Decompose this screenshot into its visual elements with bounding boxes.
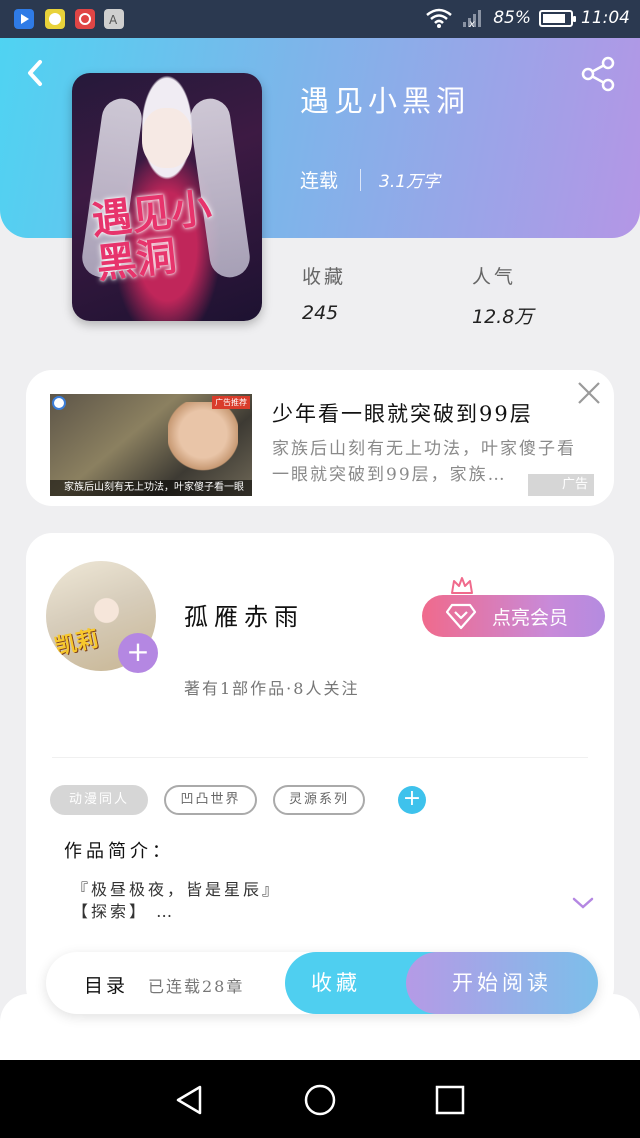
svg-text:x: x (468, 19, 475, 28)
back-arrow-icon (28, 60, 42, 86)
chevron-down-icon (572, 897, 594, 909)
vip-button[interactable]: 点亮会员 (422, 595, 605, 637)
popularity-value: 12.8万 (472, 306, 534, 328)
system-nav-bar (0, 1060, 640, 1138)
tag-item[interactable]: 灵源系列 (273, 785, 365, 815)
ad-logo-icon (52, 396, 66, 410)
battery-icon (539, 9, 576, 27)
ad-image-caption: 家族后山刻有无上功法，叶家傻子看一眼 (50, 480, 252, 496)
add-tag-button[interactable]: + (398, 786, 426, 814)
huawei-app-icon (75, 9, 95, 29)
book-cover[interactable]: 遇见小黑洞 (72, 73, 262, 321)
tag-item[interactable]: 动漫同人 (50, 785, 148, 815)
divider (52, 757, 588, 758)
recents-nav-icon[interactable] (432, 1082, 468, 1118)
follow-author-button[interactable]: + (118, 633, 158, 673)
ad-image[interactable]: 广告推荐 家族后山刻有无上功法，叶家傻子看一眼 (50, 394, 252, 496)
share-button[interactable] (578, 56, 618, 92)
home-nav-icon[interactable] (302, 1082, 338, 1118)
clock: 11:04 (581, 8, 630, 28)
popularity-label: 人气 (472, 266, 517, 288)
wifi-icon (426, 8, 453, 28)
author-name[interactable]: 孤雁赤雨 (184, 597, 304, 632)
ad-card[interactable]: 广告推荐 家族后山刻有无上功法，叶家傻子看一眼 少年看一眼就突破到99层 家族后… (26, 370, 614, 506)
battery-percent: 85% (493, 8, 531, 28)
intro-label: 作品简介： (64, 841, 174, 862)
vip-button-label: 点亮会员 (492, 606, 569, 629)
store-app-icon: A (104, 9, 124, 29)
divider (360, 168, 362, 191)
book-title: 遇见小黑洞 (300, 84, 471, 118)
ad-close-button[interactable] (576, 380, 602, 406)
svg-text:A: A (109, 13, 118, 27)
author-meta: 著有1部作品·8人关注 (184, 679, 360, 698)
status-bar: A x 85% 11:04 (0, 0, 640, 38)
book-status-row: 连载 3.1万字 (300, 166, 440, 193)
back-nav-icon[interactable] (172, 1082, 208, 1118)
crown-icon (451, 577, 473, 594)
cover-title-art: 遇见小黑洞 (89, 184, 214, 288)
diamond-icon (446, 603, 476, 630)
table-of-contents-button[interactable]: 目录 (84, 971, 128, 998)
close-icon (578, 382, 600, 404)
share-icon (581, 56, 615, 92)
intro-text: 『极昼极夜，皆是星辰』 【探索】 … (72, 880, 282, 921)
action-bar: 目录 已连载28章 收藏 开始阅读 (46, 952, 598, 1014)
chat-app-icon (45, 9, 65, 29)
start-reading-button[interactable]: 开始阅读 (406, 952, 598, 1014)
favorites-label: 收藏 (302, 266, 347, 288)
video-app-icon (14, 9, 34, 29)
chapter-count[interactable]: 已连载28章 (148, 973, 244, 997)
ad-badge: 广告 (528, 474, 594, 496)
author-card: 凯莉 + 孤雁赤雨 著有1部作品·8人关注 点亮会员 动漫同人 凹凸世界 灵源系… (26, 533, 614, 1013)
back-button[interactable] (20, 56, 54, 90)
expand-intro-button[interactable] (572, 895, 594, 911)
signal-icon: x (463, 10, 482, 28)
serial-status: 连载 (300, 170, 339, 192)
tag-item[interactable]: 凹凸世界 (164, 785, 257, 815)
word-count: 3.1万字 (379, 172, 441, 192)
ad-title[interactable]: 少年看一眼就突破到99层 (272, 398, 533, 428)
favorites-value: 245 (302, 302, 339, 324)
